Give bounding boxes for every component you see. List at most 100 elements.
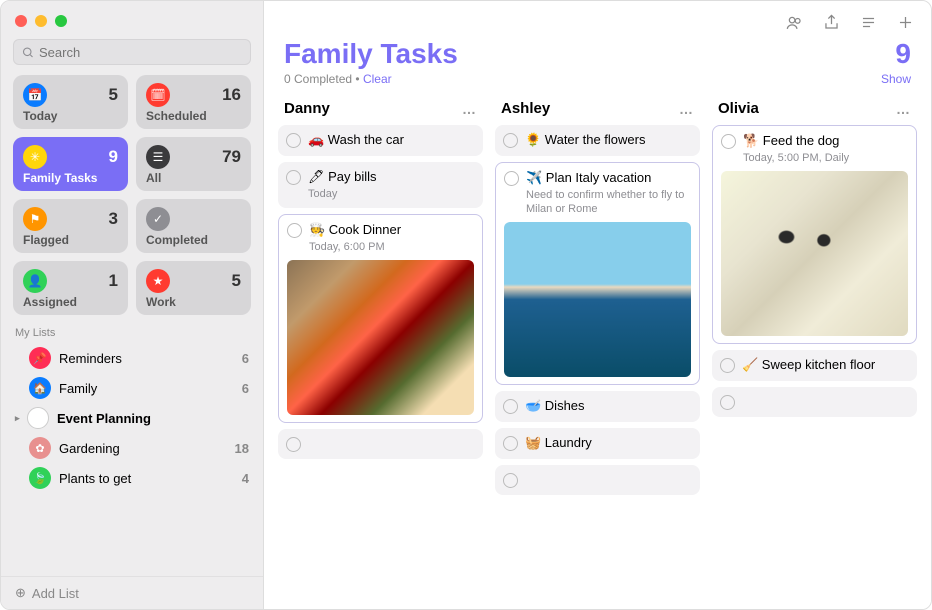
card-label: Work <box>146 295 241 309</box>
list-count: 18 <box>235 441 249 456</box>
task-image <box>287 260 474 415</box>
smart-list-scheduled[interactable]: 🗓16Scheduled <box>136 75 251 129</box>
list-icon: 🍃 <box>29 467 51 489</box>
plus-icon: ⊕ <box>15 585 26 601</box>
task-item[interactable]: ✈️ Plan Italy vacationNeed to confirm wh… <box>495 162 700 385</box>
task-checkbox[interactable] <box>503 436 518 451</box>
new-task-placeholder[interactable] <box>495 465 700 495</box>
column-olivia: Olivia … 🐕 Feed the dogToday, 5:00 PM, Dai… <box>712 96 917 609</box>
task-checkbox[interactable] <box>721 134 736 149</box>
add-list-button[interactable]: ⊕ Add List <box>1 576 263 609</box>
smart-list-completed[interactable]: ✓Completed <box>136 199 251 253</box>
task-title: 🌻 Water the flowers <box>525 132 645 149</box>
list-event-planning[interactable]: ▸ Event Planning <box>1 403 263 433</box>
new-task-placeholder[interactable] <box>278 429 483 459</box>
view-options-icon[interactable] <box>859 13 878 32</box>
card-icon: 🗓 <box>146 83 170 107</box>
card-label: Completed <box>146 233 241 247</box>
task-item[interactable]: 🐕 Feed the dogToday, 5:00 PM, Daily <box>712 125 917 344</box>
new-task-placeholder[interactable] <box>712 387 917 417</box>
list-header: Family Tasks 9 <box>264 34 931 72</box>
smart-lists-grid: 📅5Today🗓16Scheduled✳9Family Tasks☰79All⚑… <box>1 75 263 315</box>
card-icon: ☰ <box>146 145 170 169</box>
task-checkbox[interactable] <box>503 399 518 414</box>
card-label: Flagged <box>23 233 118 247</box>
list-family[interactable]: 🏠Family6 <box>1 373 263 403</box>
card-count: 5 <box>232 271 241 291</box>
task-item[interactable]: 🌻 Water the flowers <box>495 125 700 156</box>
minimize-window-button[interactable] <box>35 15 47 27</box>
list-gardening[interactable]: ✿ Gardening 18 <box>1 433 263 463</box>
chevron-right-icon: ▸ <box>15 413 25 424</box>
list-count: 6 <box>242 351 249 366</box>
task-item[interactable]: 🖊 Pay billsToday <box>278 162 483 208</box>
list-title: Family Tasks <box>284 38 458 70</box>
search-field[interactable] <box>13 39 251 65</box>
task-item[interactable]: 🚗 Wash the car <box>278 125 483 156</box>
task-checkbox[interactable] <box>286 170 301 185</box>
task-checkbox[interactable] <box>720 395 735 410</box>
task-subtitle: Today <box>308 187 475 201</box>
task-image <box>721 171 908 336</box>
column-more-button[interactable]: … <box>679 101 694 117</box>
my-lists-header: My Lists <box>1 315 263 343</box>
column-header: Ashley … <box>495 96 700 125</box>
share-icon[interactable] <box>822 13 841 32</box>
sidebar: 📅5Today🗓16Scheduled✳9Family Tasks☰79All⚑… <box>1 1 264 609</box>
column-header: Olivia … <box>712 96 917 125</box>
task-item[interactable]: 🧺 Laundry <box>495 428 700 459</box>
task-checkbox[interactable] <box>720 358 735 373</box>
task-checkbox[interactable] <box>503 133 518 148</box>
task-checkbox[interactable] <box>286 437 301 452</box>
card-icon: 📅 <box>23 83 47 107</box>
smart-list-work[interactable]: ★5Work <box>136 261 251 315</box>
column-name: Ashley <box>501 100 550 117</box>
list-icon: 📌 <box>29 347 51 369</box>
add-reminder-icon[interactable] <box>896 13 915 32</box>
toolbar <box>264 1 931 34</box>
list-name: Gardening <box>59 441 120 456</box>
task-item[interactable]: 🥣 Dishes <box>495 391 700 422</box>
list-count: 6 <box>242 381 249 396</box>
columns-container: Danny … 🚗 Wash the car 🖊 Pay billsToday 🧑‍🍳 … <box>264 96 931 609</box>
lists-container: 📌Reminders6🏠Family6 ▸ Event Planning ✿ Garde… <box>1 343 263 576</box>
task-checkbox[interactable] <box>503 473 518 488</box>
list-icon: ✿ <box>29 437 51 459</box>
card-label: Assigned <box>23 295 118 309</box>
task-checkbox[interactable] <box>286 133 301 148</box>
task-item[interactable]: 🧹 Sweep kitchen floor <box>712 350 917 381</box>
smart-list-all[interactable]: ☰79All <box>136 137 251 191</box>
task-checkbox[interactable] <box>287 223 302 238</box>
column-more-button[interactable]: … <box>462 101 477 117</box>
collaborate-icon[interactable] <box>785 13 804 32</box>
smart-list-flagged[interactable]: ⚑3Flagged <box>13 199 128 253</box>
column-name: Danny <box>284 100 330 117</box>
list-plants-to-get[interactable]: 🍃Plants to get4 <box>1 463 263 493</box>
card-count: 3 <box>109 209 118 229</box>
smart-list-today[interactable]: 📅5Today <box>13 75 128 129</box>
task-title: 🧺 Laundry <box>525 435 592 452</box>
smart-list-assigned[interactable]: 👤1Assigned <box>13 261 128 315</box>
completed-count: 0 Completed <box>284 72 352 86</box>
search-input[interactable] <box>39 45 242 60</box>
task-item[interactable]: 🧑‍🍳 Cook DinnerToday, 6:00 PM <box>278 214 483 423</box>
column-name: Olivia <box>718 100 759 117</box>
smart-list-family-tasks[interactable]: ✳9Family Tasks <box>13 137 128 191</box>
column-more-button[interactable]: … <box>896 101 911 117</box>
list-name: Plants to get <box>59 471 131 486</box>
task-subtitle: Today, 6:00 PM <box>309 240 474 254</box>
list-name: Event Planning <box>57 411 151 426</box>
list-subheader: 0 Completed • Clear Show <box>264 72 931 96</box>
task-title: 🧑‍🍳 Cook Dinner <box>309 222 401 239</box>
task-checkbox[interactable] <box>504 171 519 186</box>
task-subtitle: Need to confirm whether to fly to Milan … <box>526 188 691 217</box>
list-reminders[interactable]: 📌Reminders6 <box>1 343 263 373</box>
reminders-window: 📅5Today🗓16Scheduled✳9Family Tasks☰79All⚑… <box>0 0 932 610</box>
card-count: 1 <box>109 271 118 291</box>
show-button[interactable]: Show <box>881 72 911 86</box>
fullscreen-window-button[interactable] <box>55 15 67 27</box>
clear-button[interactable]: Clear <box>363 72 392 86</box>
task-title: 🐕 Feed the dog <box>743 133 839 150</box>
close-window-button[interactable] <box>15 15 27 27</box>
window-controls <box>1 1 263 35</box>
